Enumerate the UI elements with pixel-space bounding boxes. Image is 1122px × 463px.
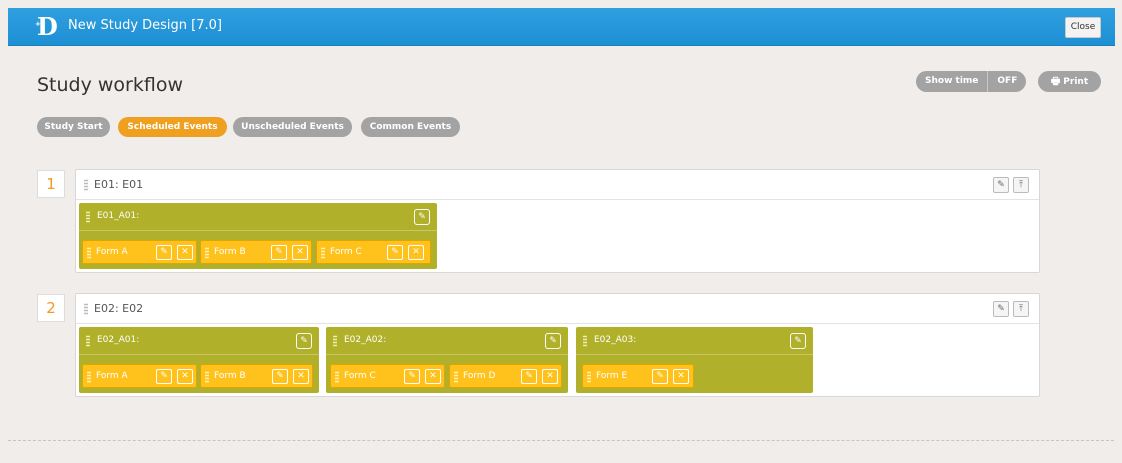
pencil-icon[interactable]: ✎	[271, 245, 287, 260]
pencil-icon[interactable]: ✎	[652, 369, 668, 384]
tab-scheduled-events[interactable]: Scheduled Events	[118, 117, 227, 137]
drag-handle-icon[interactable]	[205, 247, 209, 259]
pencil-icon[interactable]: ✎	[993, 177, 1009, 193]
pencil-icon[interactable]: ✎	[414, 209, 430, 225]
pencil-icon[interactable]: ✎	[993, 301, 1009, 317]
arm-card: E02_A02: ✎ Form C ✎ ✕ Form D ✎ ✕	[326, 327, 568, 393]
tab-unscheduled-events[interactable]: Unscheduled Events	[233, 117, 352, 137]
divider	[8, 440, 1114, 441]
app-title: New Study Design [7.0]	[68, 18, 222, 33]
close-button[interactable]: Close	[1065, 17, 1101, 38]
event-label: E02: E02	[94, 302, 144, 315]
arm-card: E01_A01: ✎ Form A ✎ ✕ Form B ✎ ✕ Form C …	[79, 203, 437, 269]
move-to-top-icon[interactable]: ⤒	[1013, 301, 1029, 317]
show-time-state[interactable]: OFF	[988, 71, 1027, 92]
pencil-icon[interactable]: ✎	[296, 333, 312, 349]
close-icon[interactable]: ✕	[292, 245, 308, 260]
form-chip[interactable]: Form C ✎ ✕	[330, 364, 445, 388]
form-chip[interactable]: Form B ✎ ✕	[200, 364, 313, 388]
event-card: E01: E01 ✎ ⤒ E01_A01: ✎ Form A ✎ ✕ Form …	[75, 169, 1040, 273]
drag-handle-icon[interactable]	[86, 335, 90, 347]
printer-icon: 🖶	[1050, 76, 1061, 87]
drag-handle-icon[interactable]	[86, 211, 90, 223]
form-chip[interactable]: Form B ✎ ✕	[200, 240, 312, 264]
form-chip[interactable]: Form C ✎ ✕	[316, 240, 431, 264]
pencil-icon[interactable]: ✎	[156, 245, 172, 260]
form-chip[interactable]: Form A ✎ ✕	[82, 364, 197, 388]
drag-handle-icon[interactable]	[87, 371, 91, 383]
drag-handle-icon[interactable]	[335, 371, 339, 383]
move-to-top-icon[interactable]: ⤒	[1013, 177, 1029, 193]
app-logo: + D	[35, 12, 58, 41]
drag-handle-icon[interactable]	[205, 371, 209, 383]
event-header: E02: E02 ✎ ⤒	[76, 294, 1039, 324]
close-icon[interactable]: ✕	[408, 245, 424, 260]
show-time-label[interactable]: Show time	[916, 71, 989, 92]
pencil-icon[interactable]: ✎	[521, 369, 537, 384]
arm-card: E02_A01: ✎ Form A ✎ ✕ Form B ✎ ✕	[79, 327, 319, 393]
form-label: Form D	[463, 371, 496, 381]
form-label: Form B	[214, 371, 246, 381]
app-header: + D New Study Design [7.0] Close	[8, 8, 1115, 46]
close-icon[interactable]: ✕	[425, 369, 441, 384]
drag-handle-icon[interactable]	[84, 179, 88, 191]
event-number: 2	[37, 294, 65, 322]
event-number: 1	[37, 170, 65, 198]
form-chip[interactable]: Form E ✎ ✕	[582, 364, 694, 388]
drag-handle-icon[interactable]	[454, 371, 458, 383]
drag-handle-icon[interactable]	[333, 335, 337, 347]
drag-handle-icon[interactable]	[321, 247, 325, 259]
close-icon[interactable]: ✕	[293, 369, 309, 384]
arm-label: E02_A01:	[97, 335, 140, 345]
close-icon[interactable]: ✕	[673, 369, 689, 384]
drag-handle-icon[interactable]	[84, 303, 88, 315]
pencil-icon[interactable]: ✎	[387, 245, 403, 260]
form-label: Form C	[330, 247, 362, 257]
drag-handle-icon[interactable]	[583, 335, 587, 347]
form-label: Form A	[96, 247, 128, 257]
event-card: E02: E02 ✎ ⤒ E02_A01: ✎ Form A ✎ ✕ Form …	[75, 293, 1040, 397]
pencil-icon[interactable]: ✎	[545, 333, 561, 349]
event-label: E01: E01	[94, 178, 144, 191]
event-header: E01: E01 ✎ ⤒	[76, 170, 1039, 200]
form-label: Form B	[214, 247, 246, 257]
drag-handle-icon[interactable]	[587, 371, 591, 383]
tab-study-start[interactable]: Study Start	[37, 117, 110, 137]
form-label: Form A	[96, 371, 128, 381]
close-icon[interactable]: ✕	[177, 245, 193, 260]
pencil-icon[interactable]: ✎	[156, 369, 172, 384]
arm-card: E02_A03: ✎ Form E ✎ ✕	[576, 327, 813, 393]
close-icon[interactable]: ✕	[542, 369, 558, 384]
pencil-icon[interactable]: ✎	[404, 369, 420, 384]
print-button[interactable]: 🖶 Print	[1038, 71, 1101, 92]
close-icon[interactable]: ✕	[177, 369, 193, 384]
drag-handle-icon[interactable]	[87, 247, 91, 259]
form-chip[interactable]: Form D ✎ ✕	[449, 364, 562, 388]
form-chip[interactable]: Form A ✎ ✕	[82, 240, 197, 264]
arm-label: E01_A01:	[97, 211, 140, 221]
form-label: Form E	[596, 371, 628, 381]
show-time-toggle[interactable]: Show time OFF	[916, 71, 1027, 92]
tab-common-events[interactable]: Common Events	[361, 117, 460, 137]
pencil-icon[interactable]: ✎	[790, 333, 806, 349]
print-label: Print	[1063, 77, 1089, 87]
form-label: Form C	[344, 371, 376, 381]
page-title: Study workflow	[37, 74, 184, 96]
pencil-icon[interactable]: ✎	[272, 369, 288, 384]
arm-label: E02_A03:	[594, 335, 637, 345]
arm-label: E02_A02:	[344, 335, 387, 345]
